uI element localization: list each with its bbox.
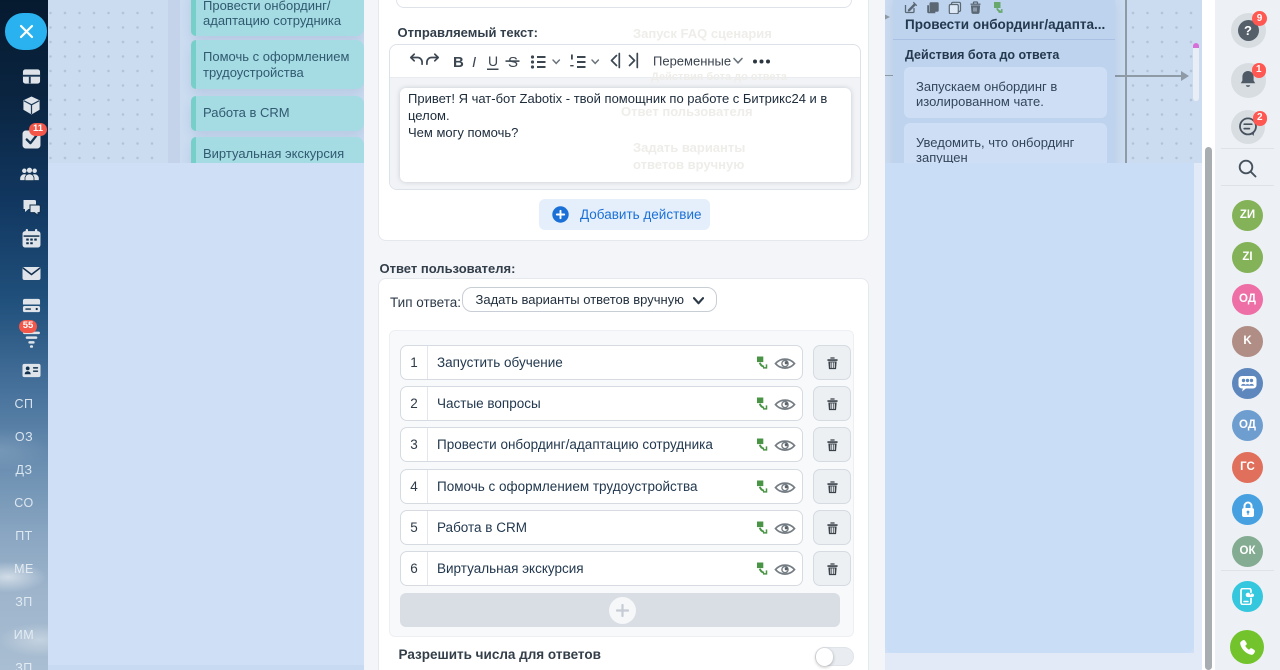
svg-text:S: S xyxy=(508,54,518,71)
svg-text:U: U xyxy=(488,53,498,69)
svg-text:Переменные: Переменные xyxy=(653,54,731,69)
svg-text:I: I xyxy=(472,54,476,71)
svg-text:B: B xyxy=(453,54,464,71)
